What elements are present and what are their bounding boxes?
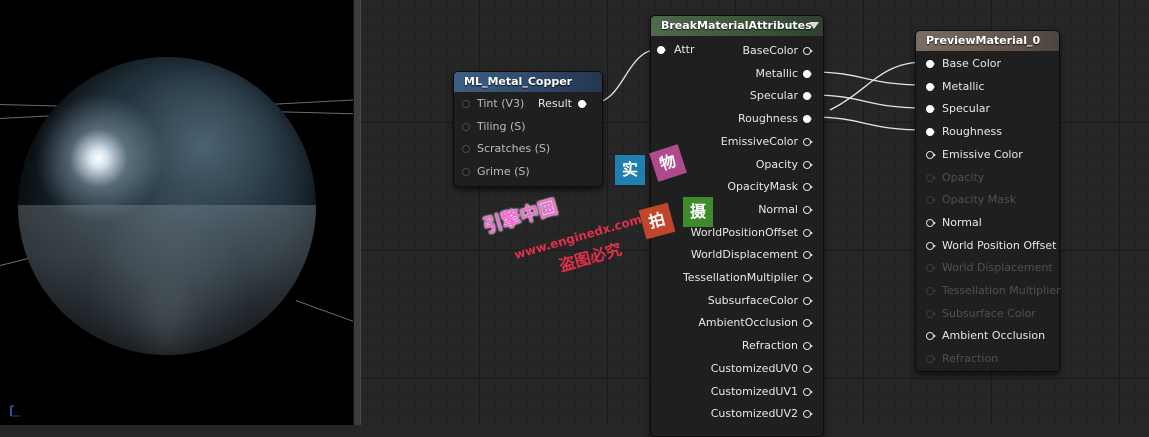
pin-icon[interactable] (462, 145, 470, 153)
pin-label: OpacityMask (727, 180, 798, 194)
pin-icon[interactable] (803, 387, 813, 396)
pin-icon[interactable] (462, 100, 470, 108)
pin-icon[interactable] (462, 168, 470, 176)
pin-icon[interactable] (926, 150, 936, 159)
pin-label: EmissiveColor (720, 134, 798, 148)
pin-label: Specular (749, 89, 798, 103)
pin-label: Specular (942, 102, 991, 116)
pin-icon[interactable] (462, 123, 470, 131)
node-title-text: BreakMaterialAttributes (661, 19, 812, 32)
pin-label: Normal (942, 215, 982, 229)
pin-icon[interactable] (803, 228, 813, 237)
pin-icon[interactable] (803, 69, 812, 78)
output-pin-specular[interactable]: Specular (655, 88, 815, 104)
output-pin-basecolor[interactable]: BaseColor (655, 43, 815, 59)
pin-icon[interactable] (803, 160, 813, 169)
pin-icon[interactable] (803, 92, 812, 101)
watermark-tile: 实 (615, 155, 645, 185)
pin-label: Refraction (741, 339, 798, 353)
pin-label: SubsurfaceColor (707, 293, 798, 307)
node-title[interactable]: PreviewMaterial_0 (916, 31, 1059, 51)
pin-icon[interactable] (803, 410, 813, 419)
panel-splitter[interactable] (353, 0, 361, 425)
floor-grid-line (295, 300, 353, 329)
watermark-tile: 摄 (683, 197, 713, 227)
pin-icon (926, 264, 936, 273)
sphere-lower-reflection (18, 205, 316, 355)
pin-label: Emissive Color (942, 147, 1023, 161)
pin-label: Result (538, 97, 572, 110)
output-pin-result[interactable]: Result (516, 96, 587, 112)
pin-icon[interactable] (926, 128, 935, 137)
pin-icon[interactable] (926, 218, 936, 227)
pin-label: World Displacement (942, 261, 1053, 275)
output-pin-metallic[interactable]: Metallic (655, 66, 815, 82)
pin-icon[interactable] (803, 296, 813, 305)
pin-icon[interactable] (803, 342, 813, 351)
output-pin-refraction[interactable]: Refraction (655, 338, 815, 354)
pin-label: Metallic (942, 79, 985, 93)
pin-label: BaseColor (742, 44, 798, 57)
pin-icon[interactable] (803, 251, 813, 260)
output-pin-customizeduv0[interactable]: CustomizedUV0 (655, 361, 815, 377)
preview-sphere (18, 57, 316, 355)
collapse-arrow-icon[interactable] (809, 22, 819, 29)
axis-gizmo-icon (10, 405, 20, 417)
pin-label: Opacity (755, 157, 798, 171)
watermark: 实 物 拍 摄 引擎中国 www.enginedx.com 盗图必究 (470, 140, 713, 280)
pin-icon[interactable] (803, 183, 813, 192)
pin-label: Roughness (942, 125, 1003, 139)
pin-icon[interactable] (803, 115, 812, 124)
node-preview-material[interactable]: PreviewMaterial_0 Base Color Metallic Spec… (915, 30, 1061, 372)
output-pin-roughness[interactable]: Roughness (655, 111, 815, 127)
pin-icon[interactable] (926, 332, 936, 341)
pin-label: Base Color (942, 57, 1002, 70)
pin-icon (926, 196, 936, 205)
output-pin-customizeduv2[interactable]: CustomizedUV2 (655, 406, 815, 422)
pin-icon[interactable] (926, 82, 935, 91)
material-preview-viewport[interactable] (0, 0, 353, 425)
pin-label: World Position Offset (942, 238, 1057, 252)
pin-icon[interactable] (803, 205, 813, 214)
pin-label: CustomizedUV2 (710, 407, 798, 421)
pin-icon (926, 355, 936, 364)
pin-icon[interactable] (803, 274, 813, 282)
pin-label: AmbientOcclusion (698, 316, 798, 330)
watermark-tile: 物 (649, 144, 687, 182)
pin-label: Opacity Mask (942, 193, 1017, 207)
pin-icon[interactable] (803, 47, 813, 55)
watermark-tile: 拍 (638, 202, 676, 240)
pin-label: Tessellation Multiplier (942, 284, 1061, 297)
watermark-text: 引擎中国 (480, 195, 560, 238)
pin-label: Roughness (737, 112, 798, 126)
pin-icon[interactable] (803, 137, 813, 146)
pin-icon[interactable] (926, 241, 936, 250)
pin-icon[interactable] (803, 319, 813, 328)
pin-label: Ambient Occlusion (942, 329, 1046, 343)
pin-icon (926, 287, 936, 295)
pin-label: Opacity (942, 170, 985, 184)
node-title[interactable]: ML_Metal_Copper (454, 72, 602, 92)
pin-icon (926, 309, 936, 318)
output-pin-subsurfacecolor[interactable]: SubsurfaceColor (655, 293, 815, 309)
output-pin-customizeduv1[interactable]: CustomizedUV1 (655, 384, 815, 400)
pin-label: Normal (758, 202, 798, 216)
pin-icon[interactable] (578, 100, 587, 108)
pin-label: CustomizedUV0 (710, 361, 798, 375)
pin-icon (926, 173, 936, 182)
output-pin-ambientocclusion[interactable]: AmbientOcclusion (655, 315, 815, 331)
pin-icon[interactable] (926, 105, 935, 114)
pin-icon[interactable] (803, 364, 813, 373)
pin-label: Tiling (S) (477, 120, 526, 133)
pin-label: Metallic (755, 66, 798, 80)
pin-label: Refraction (942, 352, 999, 366)
pin-label: CustomizedUV1 (710, 384, 798, 398)
pin-label: Subsurface Color (942, 306, 1036, 320)
node-title[interactable]: BreakMaterialAttributes (651, 16, 823, 36)
pin-icon[interactable] (926, 60, 935, 68)
